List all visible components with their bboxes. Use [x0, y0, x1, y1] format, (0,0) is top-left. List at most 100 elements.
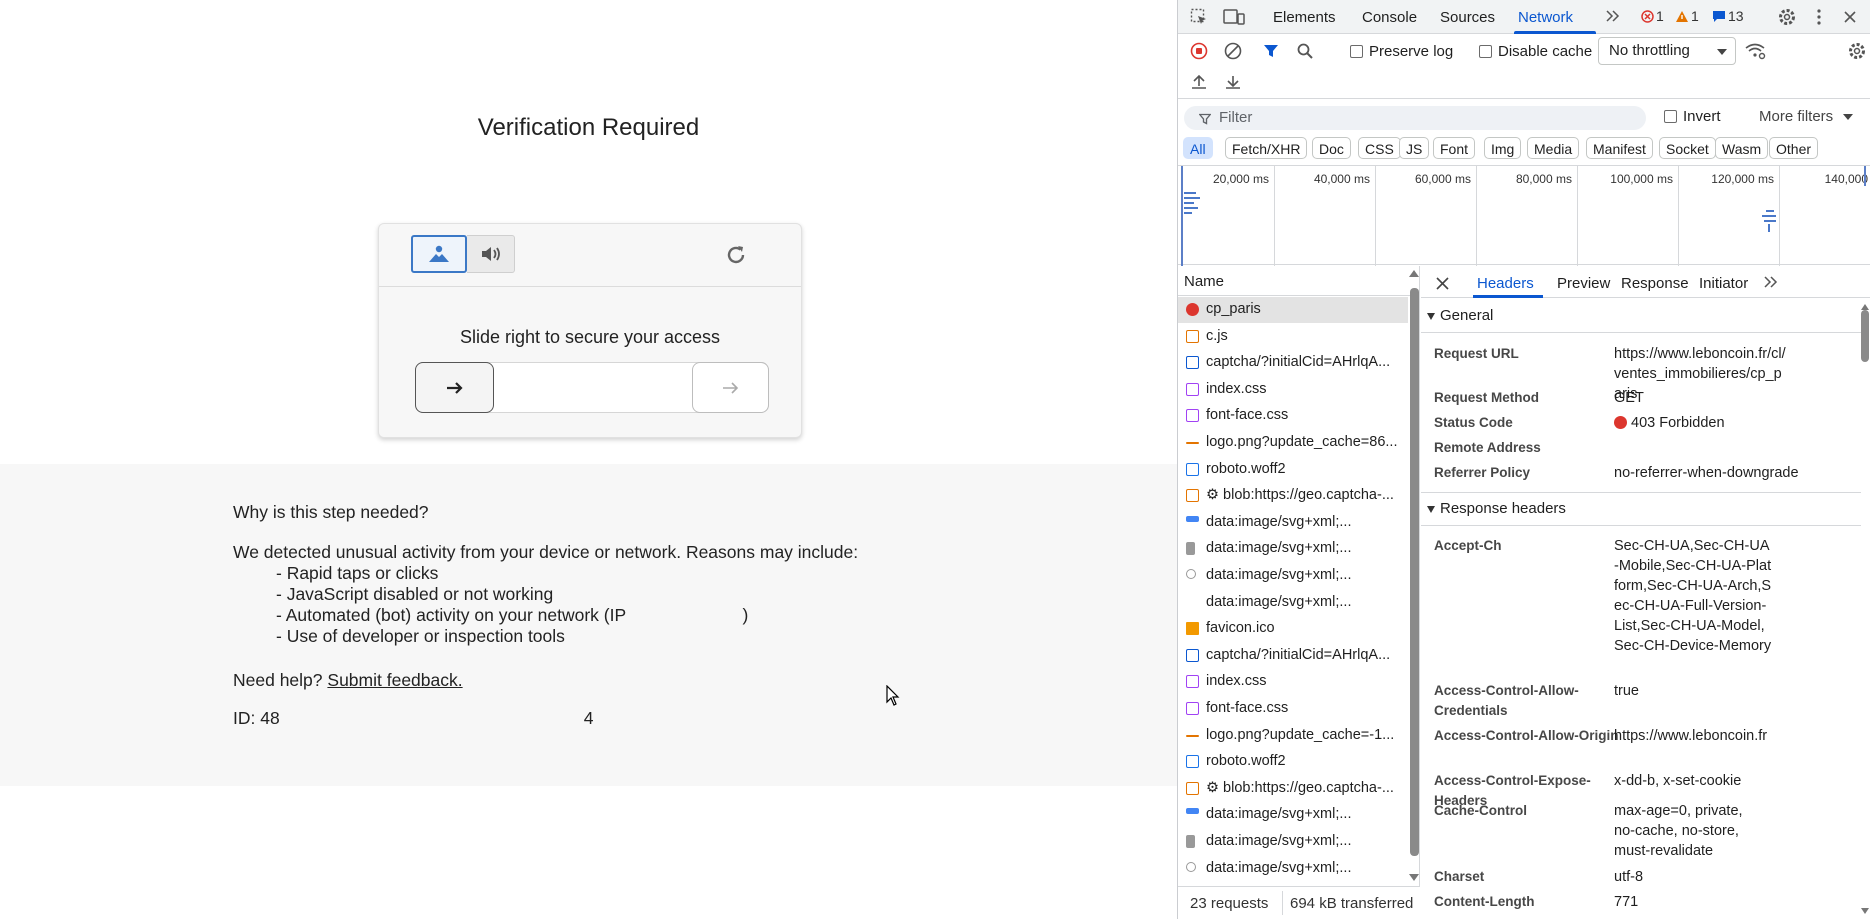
warning-count[interactable]: 1 — [1675, 8, 1699, 24]
name-column-header[interactable]: Name — [1178, 266, 1419, 296]
devtools-panel: Elements Console Sources Network 1 1 13 — [1177, 0, 1870, 919]
more-detail-tabs-button[interactable] — [1763, 274, 1779, 290]
tab-network[interactable]: Network — [1518, 9, 1573, 26]
settings-button[interactable] — [1776, 6, 1798, 28]
type-filter-doc[interactable]: Doc — [1312, 137, 1351, 159]
request-row[interactable]: captcha/?initialCid=AHrlqA... — [1178, 643, 1408, 669]
request-row[interactable]: ⚙ blob:https://geo.captcha-... — [1178, 483, 1408, 509]
type-filter-other[interactable]: Other — [1769, 137, 1819, 159]
request-row[interactable]: data:image/svg+xml;... — [1178, 829, 1408, 855]
request-row[interactable]: cp_paris — [1178, 297, 1408, 323]
type-filter-css[interactable]: CSS — [1358, 137, 1401, 159]
active-tab-indicator — [1473, 295, 1543, 298]
request-row[interactable]: logo.png?update_cache=86... — [1178, 430, 1408, 456]
timeline-end-marker[interactable] — [1864, 166, 1866, 186]
tab-sources[interactable]: Sources — [1440, 9, 1495, 26]
more-options-button[interactable] — [1812, 6, 1826, 28]
request-row[interactable]: roboto.woff2 — [1178, 749, 1408, 775]
network-settings-button[interactable] — [1846, 40, 1868, 62]
type-filter-manifest[interactable]: Manifest — [1586, 137, 1653, 159]
request-row[interactable]: c.js — [1178, 324, 1408, 350]
filter-input[interactable]: Filter — [1184, 106, 1646, 130]
disable-cache-checkbox[interactable]: Disable cache — [1479, 43, 1592, 60]
request-row[interactable]: roboto.woff2 — [1178, 457, 1408, 483]
stop-recording-button[interactable] — [1188, 40, 1210, 62]
request-name: logo.png?update_cache=86... — [1206, 434, 1398, 450]
funnel-icon — [1264, 45, 1278, 57]
inspect-element-button[interactable] — [1188, 6, 1210, 28]
image-challenge-button[interactable] — [411, 235, 467, 273]
throttling-select[interactable]: No throttling — [1598, 37, 1736, 65]
more-tabs-button[interactable] — [1603, 6, 1623, 26]
request-row[interactable]: font-face.css — [1178, 403, 1408, 429]
error-count[interactable]: 1 — [1641, 8, 1664, 24]
scroll-down-arrow[interactable] — [1861, 908, 1869, 914]
request-row[interactable]: data:image/svg+xml;... — [1178, 590, 1408, 616]
close-detail-button[interactable] — [1433, 274, 1451, 292]
search-button[interactable] — [1294, 40, 1316, 62]
general-section-toggle[interactable]: General — [1427, 307, 1493, 324]
header-value: https://www.leboncoin.fr — [1614, 728, 1768, 744]
type-filter-socket[interactable]: Socket — [1659, 137, 1716, 159]
submit-feedback-link[interactable]: Submit feedback. — [327, 670, 462, 690]
list-scrollbar-thumb[interactable] — [1410, 288, 1419, 856]
request-row[interactable]: data:image/svg+xml;... — [1178, 536, 1408, 562]
request-row[interactable]: data:image/svg+xml;... — [1178, 856, 1408, 882]
close-icon — [1435, 276, 1449, 290]
request-row[interactable]: logo.png?update_cache=-1... — [1178, 723, 1408, 749]
filter-toggle-button[interactable] — [1260, 40, 1282, 62]
tab-elements[interactable]: Elements — [1273, 9, 1336, 26]
tab-response[interactable]: Response — [1621, 275, 1689, 292]
refresh-captcha-button[interactable] — [723, 242, 749, 268]
type-filter-media[interactable]: Media — [1527, 137, 1580, 159]
device-toolbar-button[interactable] — [1222, 6, 1246, 28]
request-row[interactable]: favicon.ico — [1178, 616, 1408, 642]
close-devtools-button[interactable] — [1840, 6, 1860, 28]
img-blue-file-icon — [1186, 808, 1199, 815]
type-filter-img[interactable]: Img — [1484, 137, 1522, 159]
request-row[interactable]: index.css — [1178, 377, 1408, 403]
request-row[interactable]: data:image/svg+xml;... — [1178, 802, 1408, 828]
response-headers-toggle[interactable]: Response headers — [1427, 500, 1566, 517]
detail-scrollbar-thumb[interactable] — [1861, 310, 1869, 362]
timeline-start-marker[interactable] — [1181, 166, 1183, 266]
message-icon — [1713, 10, 1725, 22]
tab-initiator[interactable]: Initiator — [1699, 275, 1748, 292]
tab-headers[interactable]: Headers — [1477, 275, 1534, 292]
type-filter-fetch-xhr[interactable]: Fetch/XHR — [1225, 137, 1308, 159]
scroll-up-arrow[interactable] — [1409, 270, 1419, 277]
message-count[interactable]: 13 — [1712, 8, 1744, 24]
tab-preview[interactable]: Preview — [1557, 275, 1610, 292]
clear-button[interactable] — [1222, 40, 1244, 62]
import-har-button[interactable] — [1188, 71, 1210, 93]
timeline-gridline — [1274, 166, 1275, 266]
request-row[interactable]: captcha/?initialCid=AHrlqA... — [1178, 350, 1408, 376]
slider-handle[interactable] — [415, 362, 494, 413]
type-filter-font[interactable]: Font — [1433, 137, 1476, 159]
network-overview-timeline[interactable]: 20,000 ms 40,000 ms 60,000 ms 80,000 ms … — [1178, 165, 1870, 266]
triangle-down-icon — [1427, 312, 1435, 320]
request-row[interactable]: data:image/svg+xml;... — [1178, 510, 1408, 536]
gear-icon — [1779, 9, 1795, 25]
request-row[interactable]: ⚙ blob:https://geo.captcha-... — [1178, 776, 1408, 802]
request-row[interactable]: data:image/svg+xml;... — [1178, 563, 1408, 589]
more-filters-dropdown[interactable]: More filters — [1759, 108, 1854, 125]
export-har-button[interactable] — [1222, 71, 1244, 93]
type-filter-js[interactable]: JS — [1399, 137, 1430, 159]
referrer-policy-value: no-referrer-when-downgrade — [1614, 465, 1799, 481]
header-value: utf-8 — [1614, 869, 1644, 885]
network-conditions-button[interactable] — [1744, 40, 1768, 62]
request-row[interactable]: index.css — [1178, 669, 1408, 695]
type-filter-wasm[interactable]: Wasm — [1715, 137, 1769, 159]
scroll-down-arrow[interactable] — [1409, 874, 1419, 881]
invert-checkbox[interactable]: Invert — [1664, 108, 1721, 125]
preserve-log-checkbox[interactable]: Preserve log — [1350, 43, 1453, 60]
header-key: Charset — [1434, 869, 1485, 884]
request-row[interactable]: font-face.css — [1178, 696, 1408, 722]
tab-console[interactable]: Console — [1362, 9, 1417, 26]
audio-challenge-button[interactable] — [467, 235, 515, 273]
request-name: index.css — [1206, 380, 1267, 397]
info-question: Why is this step needed? — [233, 502, 429, 522]
invert-label: Invert — [1683, 108, 1721, 125]
type-filter-all[interactable]: All — [1183, 137, 1213, 159]
